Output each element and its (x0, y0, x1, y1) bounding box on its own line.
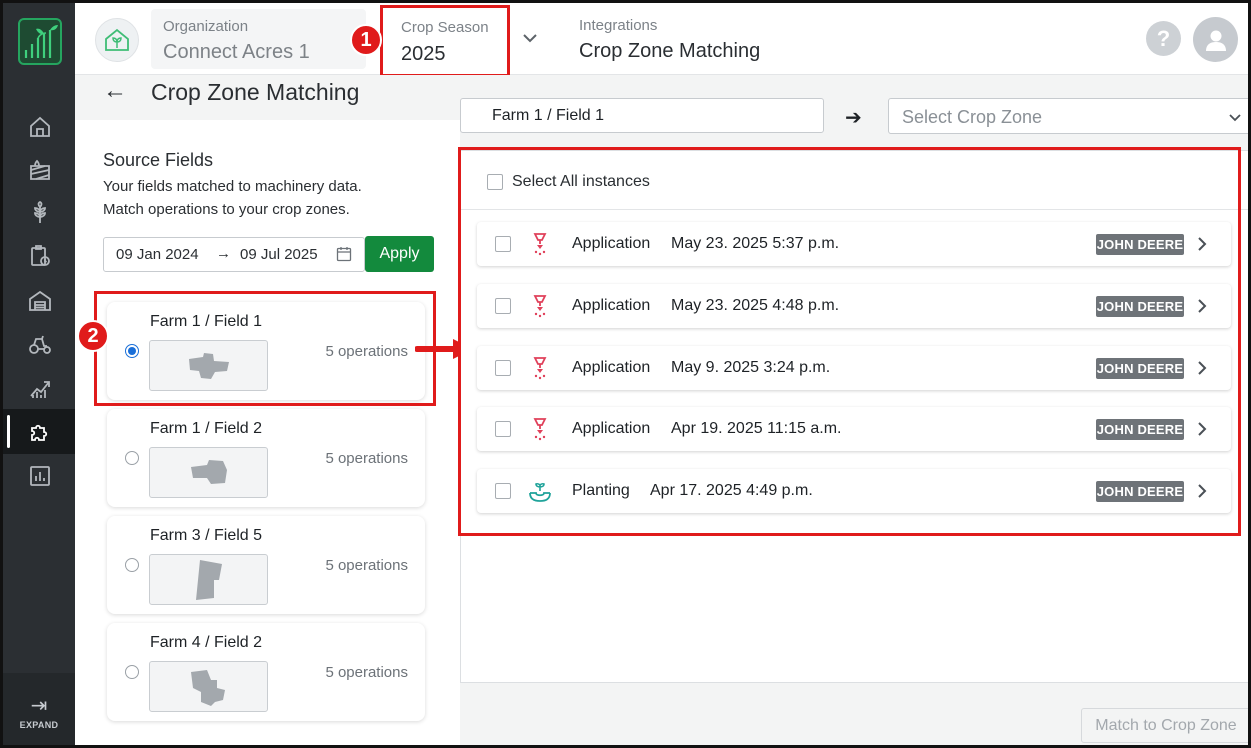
field-boundary-thumbnail (149, 447, 268, 498)
organization-value: Connect Acres 1 (163, 41, 310, 63)
crop-season-selector[interactable]: Crop Season 2025 (380, 5, 510, 77)
organization-home-icon (95, 18, 139, 62)
integrations-icon (31, 424, 48, 441)
description-line-1: Your fields matched to machinery data. (103, 178, 362, 195)
field-name: Farm 3 / Field 5 (150, 527, 263, 544)
date-from-input[interactable]: 09 Jan 2024 (116, 246, 199, 263)
match-to-crop-zone-button[interactable]: Match to Crop Zone (1081, 708, 1248, 743)
date-to-input[interactable]: 09 Jul 2025 (240, 246, 318, 263)
nav-integrations[interactable] (27, 419, 53, 445)
field-boundary-thumbnail (149, 554, 268, 605)
help-button[interactable]: ? (1146, 21, 1181, 56)
expand-sidebar-button[interactable]: ⇥ EXPAND (3, 673, 75, 745)
home-icon (30, 116, 50, 137)
field-card[interactable]: Farm 4 / Field 2 5 operations (107, 623, 425, 721)
operations-list-highlight (458, 147, 1241, 536)
footer-actions: Match to Crop Zone (460, 683, 1248, 745)
sidebar: ⇥ EXPAND (3, 3, 75, 745)
expand-label: EXPAND (19, 720, 59, 730)
crop-zone-select[interactable]: Select Crop Zone (888, 98, 1248, 134)
crop-icon (34, 201, 46, 223)
organization-label: Organization (163, 18, 249, 35)
apply-button[interactable]: Apply (365, 236, 434, 272)
organization-selector[interactable]: Organization Connect Acres 1 (151, 9, 366, 69)
crop-season-label: Crop Season (401, 19, 489, 36)
annotation-badge-1: 1 (350, 24, 382, 56)
annotation-badge-2: 2 (77, 320, 109, 352)
source-field-value: Farm 1 / Field 1 (492, 107, 605, 124)
integrations-value: Crop Zone Matching (579, 40, 761, 62)
field-card[interactable]: Farm 1 / Field 2 5 operations (107, 409, 425, 507)
nav-home[interactable] (27, 114, 53, 140)
operations-count: 5 operations (325, 664, 408, 681)
nav-equipment[interactable] (27, 331, 53, 357)
source-fields-description: Your fields matched to machinery data. M… (103, 175, 362, 221)
chevron-down-icon (1229, 114, 1241, 122)
reports-icon (30, 466, 50, 486)
app-logo[interactable] (18, 18, 62, 65)
date-range-picker: 09 Jan 2024 → 09 Jul 2025 (103, 237, 365, 272)
description-line-2: Match operations to your crop zones. (103, 201, 350, 218)
field-radio[interactable] (125, 665, 139, 679)
source-field-display: Farm 1 / Field 1 (460, 98, 824, 133)
help-icon: ? (1156, 25, 1171, 51)
field-name: Farm 4 / Field 2 (150, 634, 263, 651)
arrow-right-icon: ➔ (845, 107, 862, 129)
crop-zone-placeholder: Select Crop Zone (902, 107, 1043, 127)
back-arrow-icon[interactable]: ← (103, 77, 127, 105)
nav-trends[interactable] (27, 375, 53, 401)
field-card[interactable]: Farm 3 / Field 5 5 operations (107, 516, 425, 614)
operations-count: 5 operations (325, 450, 408, 467)
nav-reports[interactable] (27, 463, 53, 489)
expand-icon: ⇥ (30, 695, 48, 717)
app-window: ⇥ EXPAND Organization Connect Acres 1 Cr… (0, 0, 1251, 748)
user-icon (1205, 30, 1226, 51)
crop-season-value: 2025 (401, 43, 446, 65)
warehouse-icon (29, 290, 51, 311)
source-fields-title: Source Fields (103, 150, 214, 170)
selected-field-highlight (94, 291, 436, 406)
field-radio[interactable] (125, 558, 139, 572)
nav-warehouse[interactable] (27, 288, 53, 314)
nav-crops[interactable] (27, 200, 53, 226)
field-radio[interactable] (125, 451, 139, 465)
fields-icon (30, 159, 50, 180)
field-name: Farm 1 / Field 2 (150, 420, 263, 437)
integrations-label: Integrations (579, 17, 658, 34)
user-avatar[interactable] (1193, 17, 1238, 62)
calendar-icon[interactable] (336, 246, 352, 262)
equipment-icon (29, 335, 51, 354)
sprout-logo-icon (24, 25, 58, 58)
source-fields-panel: ← Crop Zone Matching Source Fields Your … (75, 75, 460, 745)
nav-fields[interactable] (27, 157, 53, 183)
tasks-icon (31, 245, 50, 266)
trends-icon (30, 381, 50, 398)
page-title: Crop Zone Matching (151, 79, 360, 105)
chevron-down-icon[interactable] (521, 29, 539, 47)
top-header: Organization Connect Acres 1 Crop Season… (75, 3, 1248, 77)
arrow-right-icon: → (216, 245, 231, 262)
operations-count: 5 operations (325, 557, 408, 574)
field-boundary-thumbnail (149, 661, 268, 712)
matching-controls: Farm 1 / Field 1 ➔ Select Crop Zone (460, 75, 1248, 150)
nav-tasks[interactable] (27, 243, 53, 269)
